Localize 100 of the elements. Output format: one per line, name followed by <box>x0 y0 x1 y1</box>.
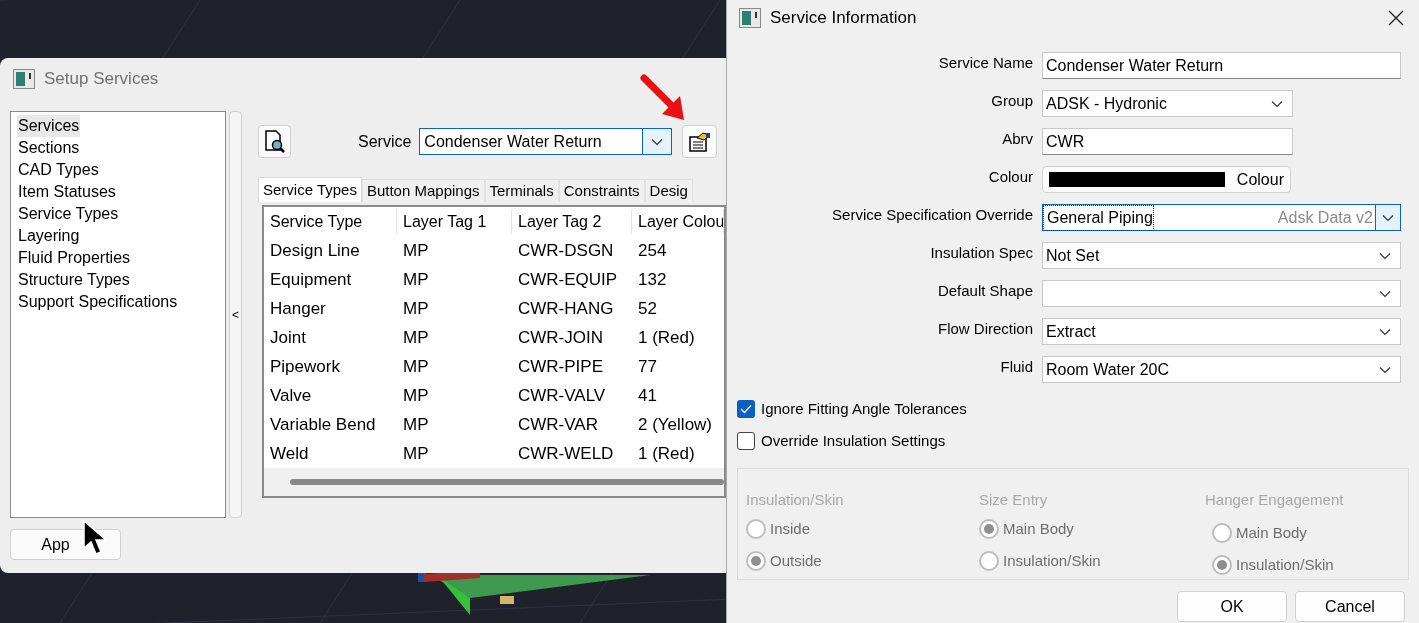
dropdown-value: Room Water 20C <box>1045 359 1170 380</box>
form-edit-icon <box>688 131 711 152</box>
field-label: Service Name <box>937 53 1033 73</box>
group-heading: Size Entry <box>979 490 1049 510</box>
dialog-button[interactable]: Cancel <box>1295 591 1405 622</box>
table-cell-text: MP <box>402 297 430 320</box>
tab[interactable]: Service Types <box>258 177 362 202</box>
text-field[interactable]: Condenser Water Return <box>1042 52 1401 79</box>
collapse-splitter[interactable]: < <box>229 111 242 518</box>
checkbox[interactable] <box>737 431 755 450</box>
table-cell-text: CWR-WELD <box>517 442 615 465</box>
table-cell-text: CWR-VAR <box>517 413 599 436</box>
checkbox[interactable] <box>737 400 755 419</box>
service-info-button[interactable] <box>682 125 718 158</box>
tab[interactable]: Constraints <box>558 179 645 202</box>
apply-button[interactable]: App <box>10 529 121 560</box>
tab[interactable]: Desig <box>644 179 693 202</box>
table-cell-text: MP <box>402 442 430 465</box>
sidebar-item[interactable]: Fluid Properties <box>17 247 132 269</box>
table-cell-text: 1 (Red) <box>637 442 696 465</box>
dropdown-field[interactable]: Room Water 20C <box>1042 356 1401 383</box>
checkbox-label: Override Insulation Settings <box>761 430 946 451</box>
checkmark-icon <box>740 404 752 415</box>
sidebar-item[interactable]: Services <box>17 115 81 137</box>
field-label: Fluid <box>999 357 1033 377</box>
radio-label: Insulation/Skin <box>1236 555 1334 575</box>
sidebar-item[interactable]: Structure Types <box>17 269 131 291</box>
table-cell-text: 2 (Yellow) <box>637 413 714 436</box>
table-cell-text: 52 <box>637 297 658 320</box>
radio-label: Inside <box>770 518 811 539</box>
checkbox-label: Ignore Fitting Angle Tolerances <box>761 399 967 419</box>
group-heading: Insulation/Skin <box>746 490 845 510</box>
field-label: Service Specification Override <box>831 205 1033 225</box>
field-label: Flow Direction <box>936 319 1033 339</box>
dropdown-field[interactable]: Extract <box>1042 318 1401 345</box>
table-cell-text: MP <box>402 384 430 407</box>
radio-label: Main Body <box>1236 522 1307 543</box>
chevron-down-icon <box>1271 99 1283 108</box>
field-label: Colour <box>987 167 1033 187</box>
table-cell-text: MP <box>402 268 430 291</box>
table-cell-text: 132 <box>637 268 668 291</box>
table-cell-text: CWR-DSGN <box>517 239 615 262</box>
table-cell-text: CWR-HANG <box>517 297 615 320</box>
sidebar-item[interactable]: Service Types <box>17 203 120 225</box>
window-title: Setup Services <box>44 68 159 91</box>
field-label: Group <box>990 91 1033 111</box>
table-cell-text: MP <box>402 355 430 378</box>
group-heading: Hanger Engagement <box>1205 490 1344 510</box>
table-cell-text: CWR-EQUIP <box>517 268 619 291</box>
text-field[interactable]: CWR <box>1042 128 1293 155</box>
sidebar-item[interactable]: Layering <box>17 225 81 247</box>
table-cell-text: Joint <box>269 326 307 349</box>
table-cell-text: 254 <box>637 239 668 262</box>
tab[interactable]: Button Mappings <box>361 179 485 202</box>
chevron-down-icon <box>1379 327 1391 336</box>
dropdown-value: General Piping <box>1043 204 1154 231</box>
dropdown-value: Extract <box>1045 321 1097 342</box>
service-combobox[interactable]: Condenser Water Return <box>419 128 673 155</box>
table-cell-text: Pipework <box>269 355 341 378</box>
table-cell-text: Weld <box>269 442 310 465</box>
colour-button[interactable]: Colour <box>1042 166 1291 193</box>
table-cell-text: Equipment <box>269 268 353 291</box>
source-label: Adsk Data v2 <box>1277 207 1374 228</box>
sidebar-item[interactable]: Sections <box>17 137 81 159</box>
table-cell-text: CWR-VALV <box>517 384 607 407</box>
column-header[interactable]: Layer Colou <box>632 209 724 234</box>
table-cell-text: MP <box>402 326 430 349</box>
dropdown-field[interactable] <box>1042 280 1401 307</box>
radio-label: Insulation/Skin <box>1003 551 1101 571</box>
sidebar-item[interactable]: Support Specifications <box>17 291 179 313</box>
tab[interactable]: Terminals <box>484 179 559 202</box>
dialog-button[interactable]: OK <box>1177 591 1287 622</box>
table-cell-text: Valve <box>269 384 313 407</box>
chevron-down-icon <box>651 137 664 146</box>
dropdown-field[interactable]: Not Set <box>1042 242 1401 269</box>
column-header[interactable]: Layer Tag 1 <box>397 209 512 234</box>
app-icon <box>13 69 35 89</box>
service-value: Condenser Water Return <box>423 131 603 152</box>
table-cell-text: 41 <box>637 384 658 407</box>
table-cell-text: 77 <box>637 355 658 378</box>
table-cell-text: MP <box>402 413 430 436</box>
horizontal-scrollbar[interactable] <box>290 479 724 485</box>
chevron-down-icon <box>1379 289 1391 298</box>
chevron-down-icon <box>1379 365 1391 374</box>
app-icon <box>739 7 761 28</box>
column-header[interactable]: Service Type <box>264 209 397 234</box>
table-cell-text: Hanger <box>269 297 327 320</box>
table-cell-text: Design Line <box>269 239 361 262</box>
column-header[interactable]: Layer Tag 2 <box>512 209 632 234</box>
preview-button[interactable] <box>258 125 291 158</box>
table-cell-text: Variable Bend <box>269 413 377 436</box>
table-cell-text: MP <box>402 239 430 262</box>
dropdown-field[interactable]: ADSK - Hydronic <box>1042 90 1293 117</box>
field-label: Abrv <box>1001 129 1033 149</box>
close-icon[interactable] <box>1388 9 1404 26</box>
dropdown-value: ADSK - Hydronic <box>1045 93 1168 114</box>
sidebar-item[interactable]: Item Statuses <box>17 181 117 203</box>
radio-label: Main Body <box>1003 518 1074 539</box>
dropdown-field[interactable]: General Piping Adsk Data v2 <box>1042 204 1401 231</box>
sidebar-item[interactable]: CAD Types <box>17 159 100 181</box>
